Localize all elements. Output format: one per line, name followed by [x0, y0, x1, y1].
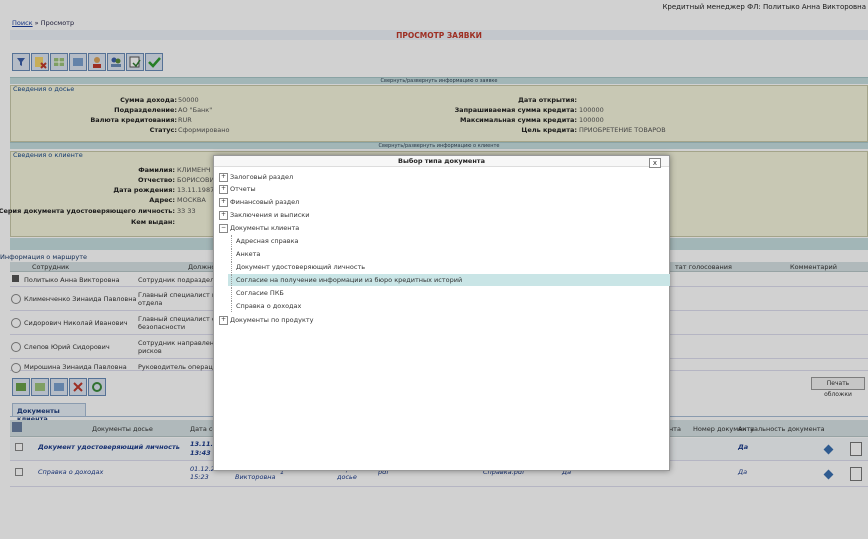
tree-item-collateral[interactable]: + Залоговый раздел: [219, 171, 293, 183]
tree-leaf-selected[interactable]: Согласие на получение информации из бюро…: [228, 274, 670, 286]
expand-icon[interactable]: +: [219, 172, 228, 182]
tree-item-conclusions[interactable]: + Заключения и выписки: [219, 209, 309, 221]
expand-icon[interactable]: +: [219, 184, 228, 194]
tree-leaf[interactable]: Документ удостоверяющий личность: [228, 261, 365, 273]
document-type-dialog: Выбор типа документа x + Залоговый раздел…: [213, 155, 670, 471]
tree-leaf[interactable]: Адресная справка: [228, 235, 299, 247]
expand-icon[interactable]: +: [219, 315, 228, 325]
tree-item-financial[interactable]: + Финансовый раздел: [219, 196, 299, 208]
expand-icon[interactable]: +: [219, 210, 228, 220]
tree-leaf[interactable]: Анкета: [228, 248, 260, 260]
tree-item-reports[interactable]: + Отчеты: [219, 183, 256, 195]
collapse-icon[interactable]: −: [219, 223, 228, 233]
dialog-title: Выбор типа документа: [214, 156, 669, 167]
tree-item-client-documents[interactable]: − Документы клиента: [219, 222, 299, 234]
tree-leaf[interactable]: Справка о доходах: [228, 300, 301, 312]
tree-leaf[interactable]: Согласие ПКБ: [228, 287, 284, 299]
expand-icon[interactable]: +: [219, 197, 228, 207]
tree-item-product-documents[interactable]: + Документы по продукту: [219, 314, 314, 326]
close-icon[interactable]: x: [649, 158, 661, 168]
